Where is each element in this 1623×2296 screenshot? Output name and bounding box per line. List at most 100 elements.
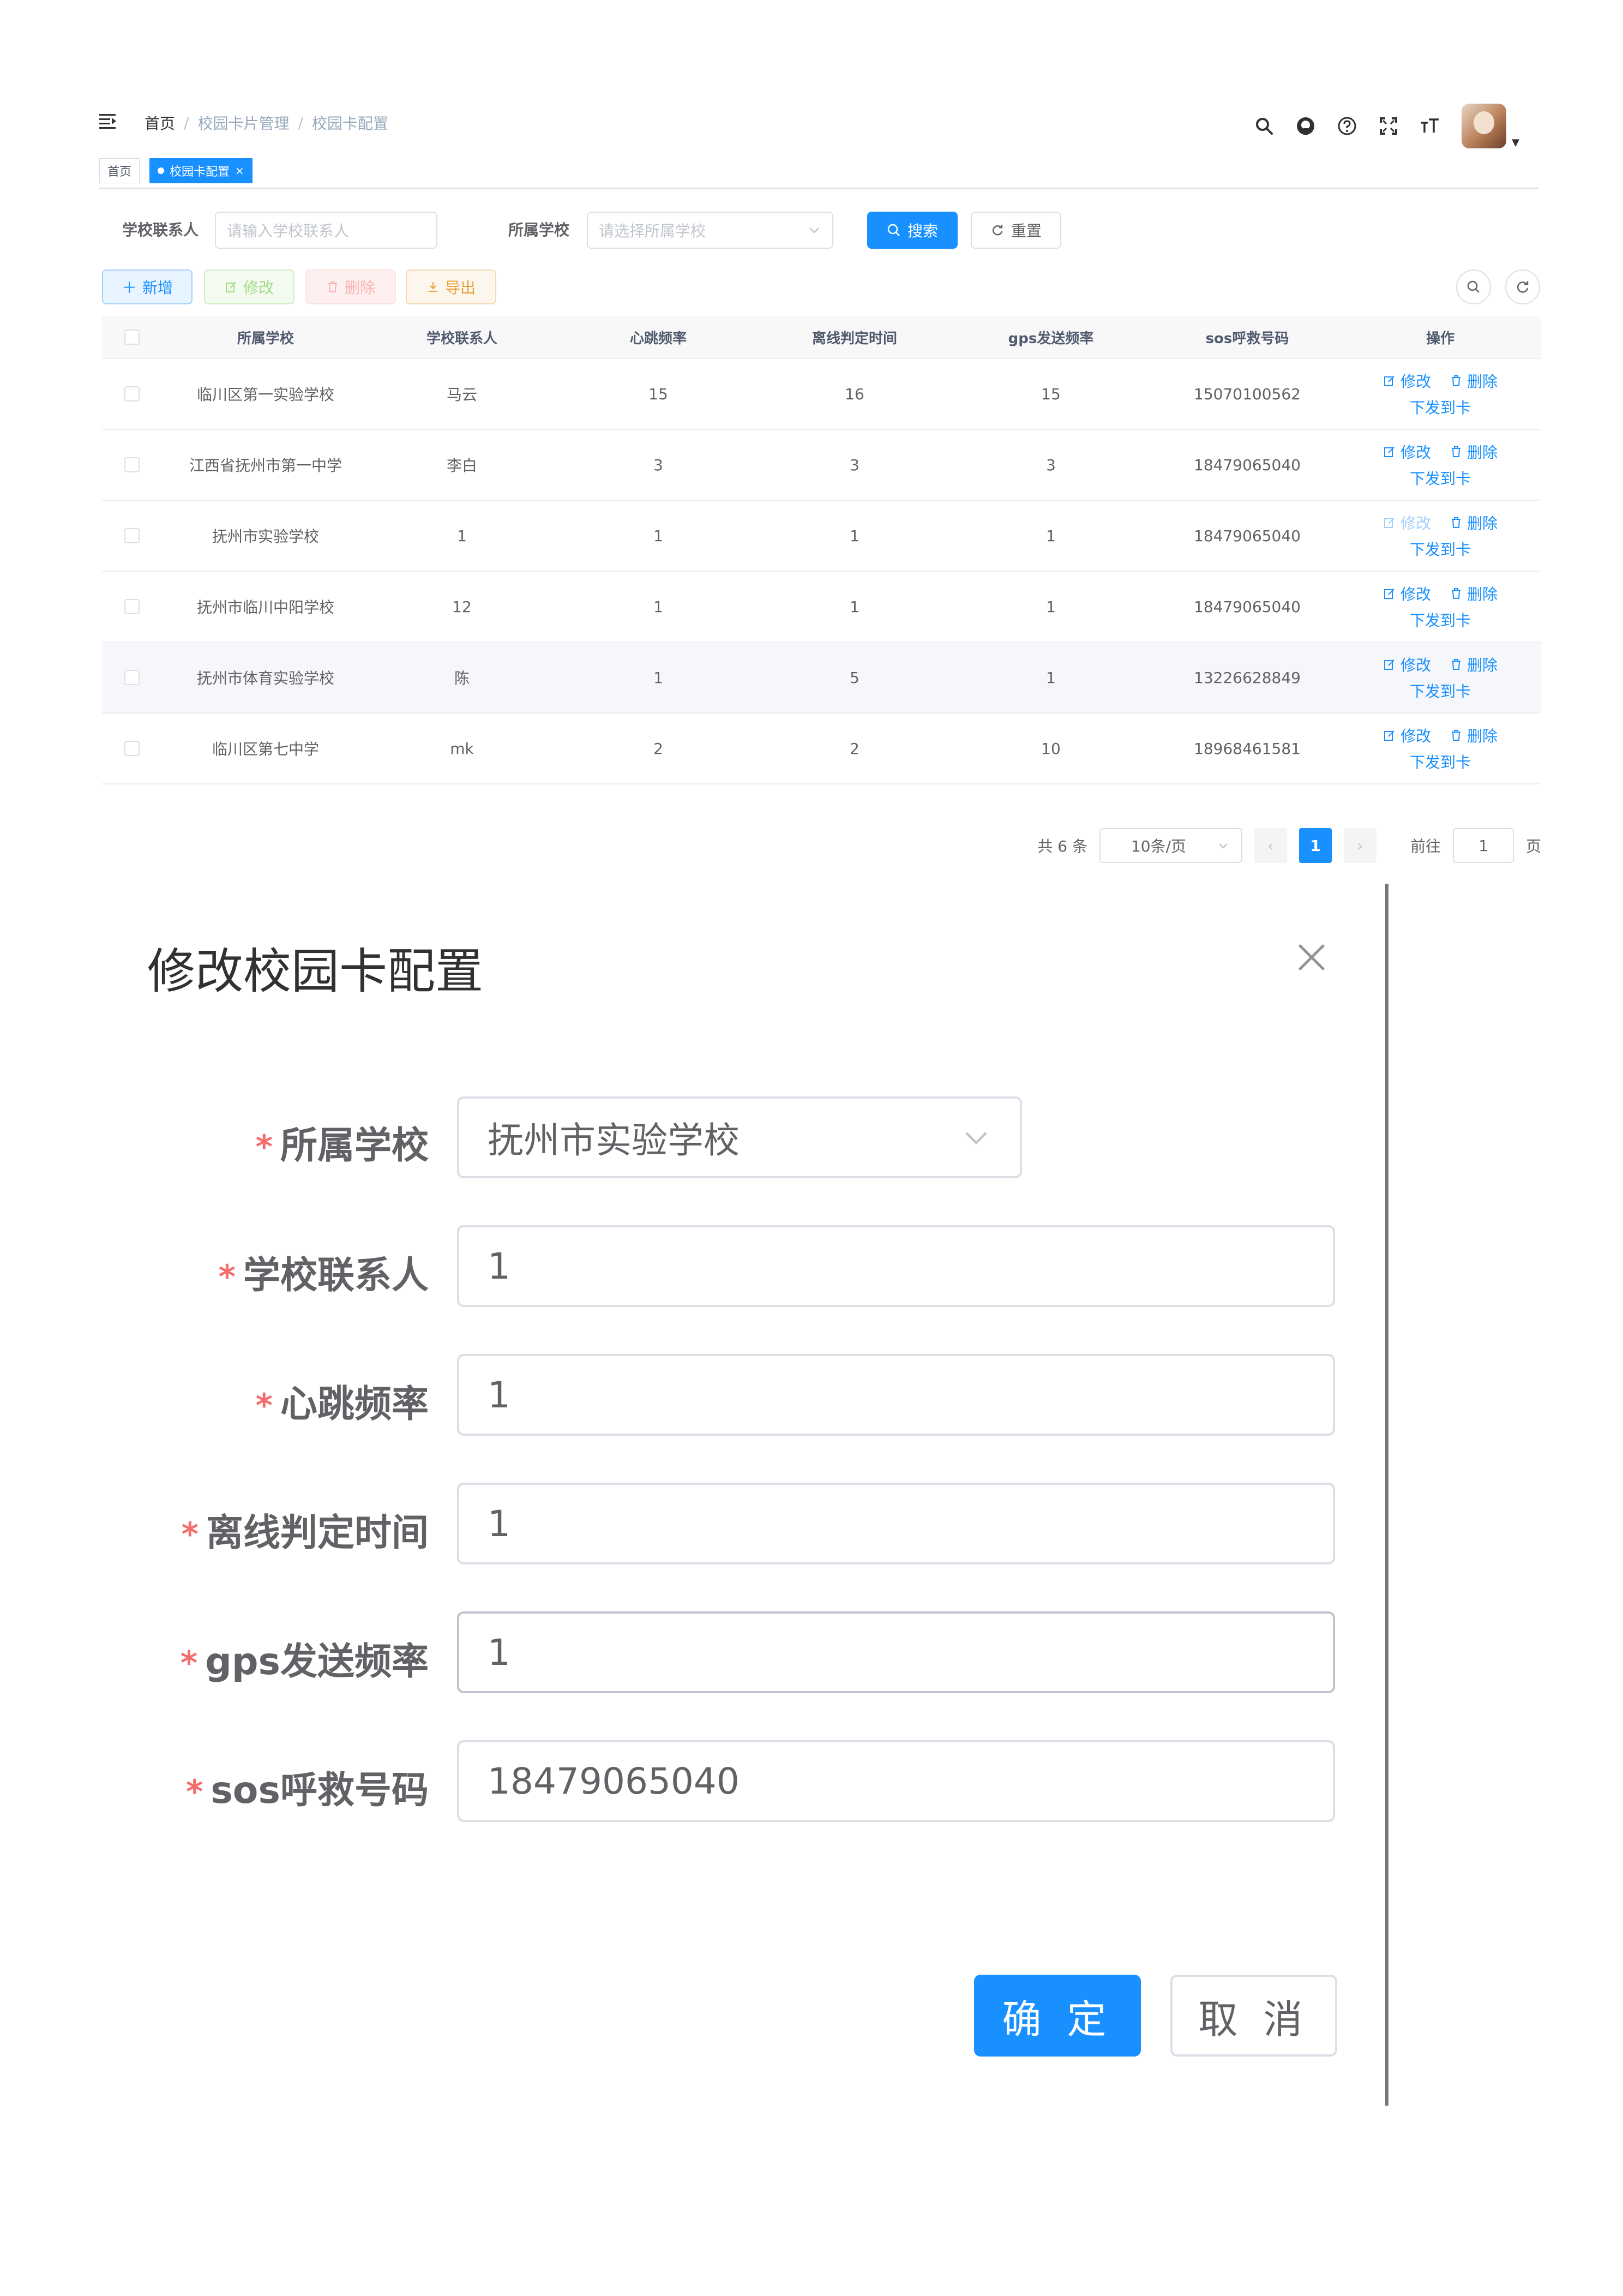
reset-button[interactable]: 重置 bbox=[971, 212, 1061, 249]
cancel-button[interactable]: 取 消 bbox=[1170, 1975, 1337, 2057]
row-checkbox[interactable] bbox=[124, 386, 140, 401]
cell-actions: 修改 删除下发到卡 bbox=[1340, 359, 1541, 429]
school-field-select[interactable]: 抚州市实验学校 bbox=[457, 1096, 1022, 1178]
row-edit-link[interactable]: 修改 bbox=[1383, 441, 1431, 463]
header-contact: 学校联系人 bbox=[426, 330, 497, 347]
row-delete-link[interactable]: 删除 bbox=[1450, 370, 1498, 392]
search-button[interactable]: 搜索 bbox=[867, 212, 958, 249]
row-checkbox[interactable] bbox=[124, 528, 140, 543]
chevron-down-icon bbox=[809, 227, 819, 233]
row-edit-label: 修改 bbox=[1400, 373, 1431, 391]
refresh-button[interactable] bbox=[1505, 269, 1540, 304]
row-edit-link[interactable]: 修改 bbox=[1383, 724, 1431, 746]
school-field-value: 抚州市实验学校 bbox=[488, 1119, 740, 1161]
row-edit-link[interactable]: 修改 bbox=[1383, 512, 1431, 533]
toggle-search-button[interactable] bbox=[1456, 269, 1491, 304]
add-button[interactable]: ＋ 新增 bbox=[102, 269, 193, 304]
tag-card-config[interactable]: 校园卡配置 × bbox=[149, 158, 253, 183]
cell-school: 抚州市实验学校 bbox=[212, 527, 319, 545]
row-checkbox[interactable] bbox=[124, 457, 140, 472]
gps-field-input[interactable]: 1 bbox=[457, 1611, 1335, 1693]
row-issue-card-link[interactable]: 下发到卡 bbox=[1410, 538, 1471, 560]
row-delete-link[interactable]: 删除 bbox=[1450, 654, 1498, 675]
search-icon[interactable] bbox=[1254, 116, 1274, 136]
row-delete-label: 删除 bbox=[1467, 727, 1498, 745]
row-edit-label: 修改 bbox=[1400, 727, 1431, 745]
heartbeat-field-input[interactable]: 1 bbox=[457, 1354, 1335, 1436]
header-actions: 操作 bbox=[1426, 330, 1454, 347]
cell-actions: 修改 删除下发到卡 bbox=[1340, 572, 1541, 642]
cell-actions: 修改 删除下发到卡 bbox=[1340, 501, 1541, 571]
hamburger-icon[interactable] bbox=[99, 113, 118, 129]
font-size-icon[interactable] bbox=[1420, 116, 1440, 136]
school-select[interactable]: 请选择所属学校 bbox=[587, 212, 833, 249]
header-checkbox-cell bbox=[102, 316, 162, 358]
page-number-current[interactable]: 1 bbox=[1299, 828, 1332, 863]
cell-school: 江西省抚州市第一中学 bbox=[189, 457, 342, 475]
cell-sos: 15070100562 bbox=[1194, 385, 1301, 403]
contact-field-input[interactable]: 1 bbox=[457, 1225, 1335, 1307]
required-mark: * bbox=[180, 1644, 198, 1682]
page-suffix: 页 bbox=[1525, 837, 1541, 855]
row-edit-link[interactable]: 修改 bbox=[1383, 583, 1431, 604]
delete-button[interactable]: 删除 bbox=[305, 269, 396, 304]
edit-button[interactable]: 修改 bbox=[204, 269, 294, 304]
close-icon[interactable] bbox=[1293, 938, 1331, 976]
avatar[interactable] bbox=[1462, 104, 1507, 148]
row-checkbox[interactable] bbox=[124, 670, 140, 685]
required-mark: * bbox=[218, 1258, 236, 1296]
cell-offline: 2 bbox=[850, 739, 859, 758]
cell-school: 抚州市临川中阳学校 bbox=[196, 598, 334, 616]
row-edit-link[interactable]: 修改 bbox=[1383, 370, 1431, 392]
prev-page-button[interactable]: ‹ bbox=[1254, 828, 1287, 863]
row-delete-link[interactable]: 删除 bbox=[1450, 512, 1498, 533]
export-button[interactable]: 导出 bbox=[406, 269, 496, 304]
goto-page-input[interactable]: 1 bbox=[1452, 828, 1514, 863]
field-heartbeat-label: * 心跳频率 bbox=[101, 1374, 429, 1428]
cell-offline: 1 bbox=[850, 597, 859, 616]
row-delete-link[interactable]: 删除 bbox=[1450, 724, 1498, 746]
row-checkbox[interactable] bbox=[124, 599, 140, 614]
row-delete-label: 删除 bbox=[1467, 656, 1498, 674]
row-issue-card-link[interactable]: 下发到卡 bbox=[1410, 396, 1471, 418]
row-issue-card-link[interactable]: 下发到卡 bbox=[1410, 467, 1471, 489]
row-delete-label: 删除 bbox=[1467, 514, 1498, 532]
breadcrumb-home[interactable]: 首页 bbox=[145, 112, 175, 134]
close-icon[interactable]: × bbox=[235, 164, 244, 177]
github-icon[interactable] bbox=[1296, 116, 1315, 136]
next-page-button[interactable]: › bbox=[1343, 828, 1376, 863]
row-checkbox-cell bbox=[102, 643, 162, 712]
breadcrumb-card-management[interactable]: 校园卡片管理 bbox=[197, 112, 289, 134]
fullscreen-icon[interactable] bbox=[1379, 116, 1398, 136]
select-all-checkbox[interactable] bbox=[124, 329, 140, 345]
row-checkbox[interactable] bbox=[124, 741, 140, 756]
offline-field-input[interactable]: 1 bbox=[457, 1483, 1335, 1564]
caret-down-icon[interactable]: ▼ bbox=[1512, 137, 1519, 148]
required-mark: * bbox=[181, 1515, 199, 1554]
row-issue-card-link[interactable]: 下发到卡 bbox=[1410, 680, 1471, 702]
cell-contact: 陈 bbox=[454, 669, 470, 687]
cell-actions: 修改 删除下发到卡 bbox=[1340, 714, 1541, 783]
row-edit-link[interactable]: 修改 bbox=[1383, 654, 1431, 675]
row-delete-link[interactable]: 删除 bbox=[1450, 441, 1498, 463]
contact-search-input[interactable]: 请输入学校联系人 bbox=[215, 212, 437, 249]
row-delete-label: 删除 bbox=[1467, 373, 1498, 391]
sos-field-input[interactable]: 18479065040 bbox=[457, 1740, 1335, 1822]
cell-school: 抚州市体育实验学校 bbox=[196, 669, 334, 687]
cell-school: 临川区第七中学 bbox=[212, 740, 319, 758]
page-size-select[interactable]: 10条/页 bbox=[1099, 828, 1242, 863]
confirm-button[interactable]: 确 定 bbox=[974, 1975, 1141, 2057]
dialog-edge-divider bbox=[1385, 884, 1388, 2106]
trash-icon bbox=[1452, 659, 1460, 670]
school-label: 所属学校 bbox=[508, 221, 570, 239]
row-issue-card-link[interactable]: 下发到卡 bbox=[1410, 751, 1471, 772]
cell-heartbeat: 15 bbox=[648, 385, 668, 403]
cell-school: 临川区第一实验学校 bbox=[196, 386, 334, 404]
tag-home[interactable]: 首页 bbox=[99, 158, 140, 183]
row-delete-link[interactable]: 删除 bbox=[1450, 583, 1498, 604]
edit-icon bbox=[1384, 518, 1394, 528]
table-row: 江西省抚州市第一中学 李白 3 3 3 18479065040 修改 删除 下发到卡 bbox=[102, 430, 1541, 501]
contact-field-value: 1 bbox=[488, 1245, 510, 1287]
help-icon[interactable] bbox=[1337, 116, 1357, 136]
row-issue-card-link[interactable]: 下发到卡 bbox=[1410, 609, 1471, 631]
